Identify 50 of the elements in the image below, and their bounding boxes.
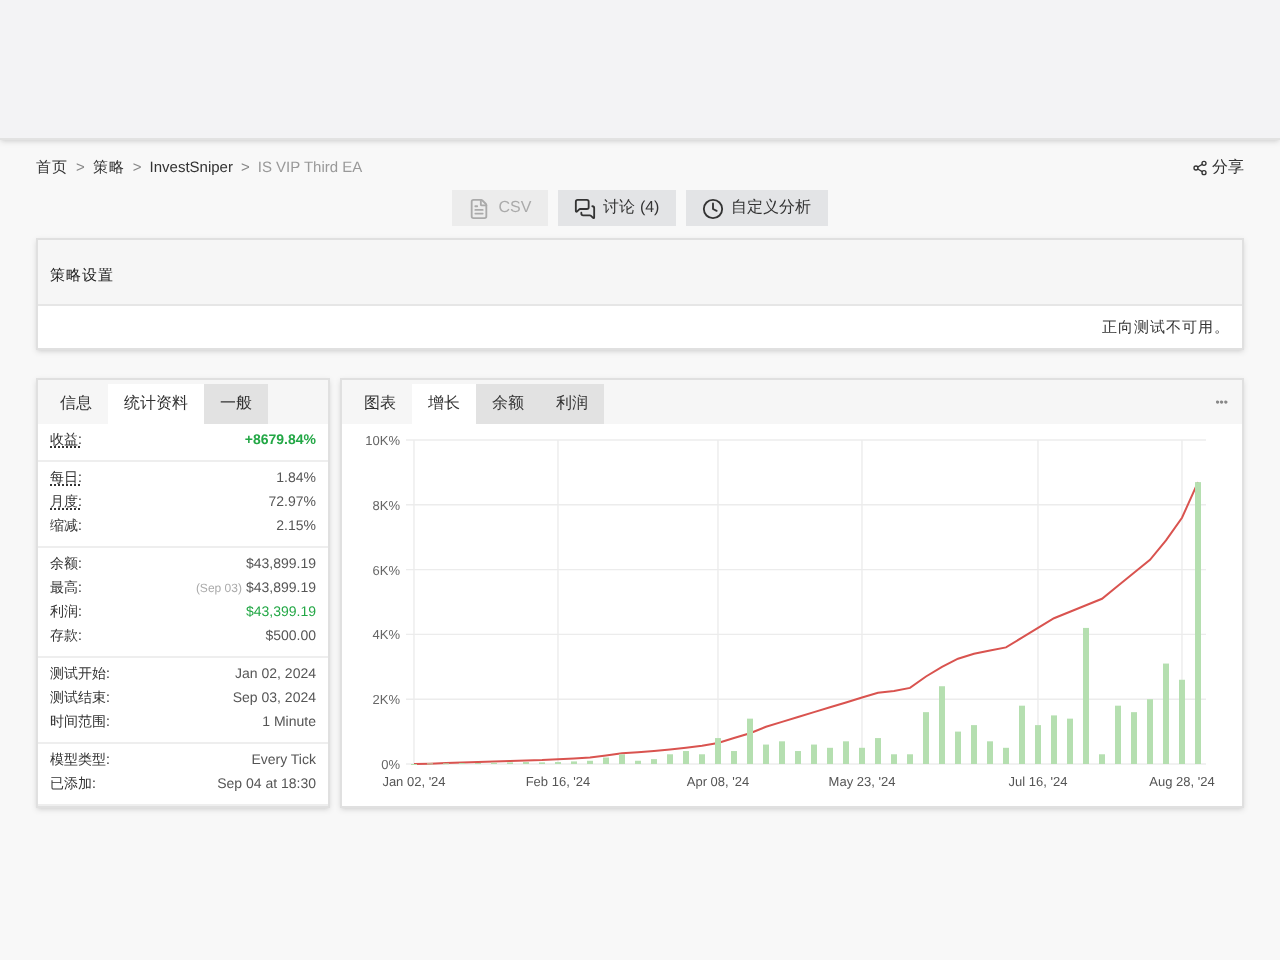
- profit-bar: [891, 754, 897, 765]
- tab[interactable]: 增长: [412, 384, 476, 425]
- tab[interactable]: 余额: [476, 384, 540, 425]
- share-button[interactable]: 分享: [1192, 156, 1244, 180]
- profit-bar: [907, 754, 913, 765]
- profit-bar: [939, 686, 945, 765]
- profit-bar: [619, 754, 625, 765]
- profit-bar: [971, 725, 977, 765]
- profit-bar: [699, 754, 705, 765]
- profit-bar: [1019, 706, 1025, 765]
- tab[interactable]: 利润: [540, 384, 604, 425]
- profit-bar: [923, 712, 929, 765]
- profit-bar: [715, 738, 721, 765]
- profit-bar: [683, 751, 689, 765]
- profit-bar: [1115, 706, 1121, 765]
- profit-bar: [859, 748, 865, 765]
- panel-heading: 信息: [58, 392, 94, 417]
- profit-bar: [795, 751, 801, 765]
- profit-bar: [1099, 754, 1105, 765]
- action-button[interactable]: 自定义分析: [685, 190, 828, 226]
- profit-bar: [1131, 712, 1137, 765]
- profit-bar: [1083, 628, 1089, 765]
- profit-bar: [875, 738, 881, 765]
- profit-bar: [779, 741, 785, 765]
- profit-bar: [1163, 664, 1169, 765]
- profit-bar: [731, 751, 737, 765]
- profit-bar: [651, 759, 657, 765]
- profit-bar: [667, 754, 673, 765]
- profit-bar: [811, 745, 817, 765]
- share-icon: [1192, 160, 1208, 176]
- profit-bar: [763, 745, 769, 765]
- tab[interactable]: 统计资料: [108, 384, 204, 425]
- profit-bar: [1035, 725, 1041, 765]
- chat-icon: [573, 197, 596, 219]
- document-icon: [468, 197, 491, 219]
- profit-bar: [1179, 680, 1185, 765]
- profit-bar: [955, 732, 961, 765]
- profit-bar: [747, 719, 753, 765]
- profit-bar: [987, 741, 993, 765]
- action-button[interactable]: 讨论 (4): [557, 190, 676, 226]
- clock-icon: [701, 197, 724, 219]
- profit-bar: [827, 748, 833, 765]
- profit-bar: [603, 758, 609, 765]
- profit-bar: [843, 741, 849, 765]
- profit-bar: [1067, 719, 1073, 765]
- profit-bar: [1147, 699, 1153, 765]
- profit-bar: [1051, 715, 1057, 765]
- tab[interactable]: 一般: [204, 384, 268, 425]
- panel-heading: 图表: [362, 392, 398, 417]
- profit-bar: [1003, 748, 1009, 765]
